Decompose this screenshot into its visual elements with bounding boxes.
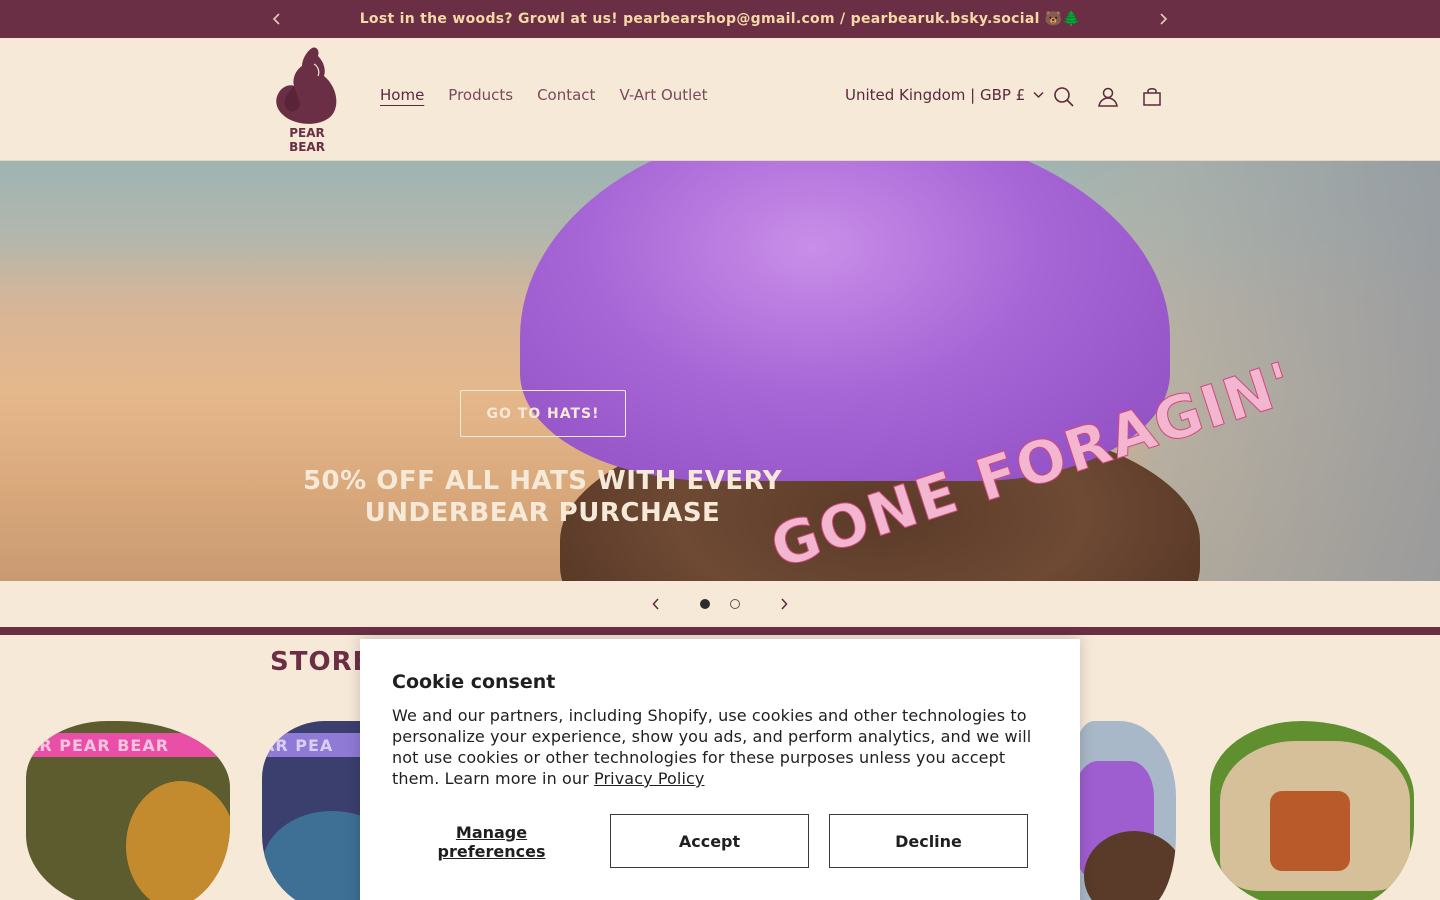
slideshow-controls (0, 581, 1440, 627)
privacy-policy-link[interactable]: Privacy Policy (594, 769, 704, 788)
product-card-underwear-olive[interactable]: AR PEAR BEAR (26, 721, 230, 900)
announcement-bar: Lost in the woods? Growl at us! pearbear… (0, 0, 1440, 38)
chevron-left-icon (272, 13, 280, 25)
logo-text-pear: PEAR (289, 126, 325, 140)
nav-v-art-outlet[interactable]: V-Art Outlet (607, 86, 719, 104)
accept-button[interactable]: Accept (610, 814, 809, 868)
announcement-text: Lost in the woods? Growl at us! pearbear… (359, 11, 1081, 27)
slide-prev-button[interactable] (645, 593, 667, 615)
logo-text-bear: BEAR (289, 140, 325, 154)
logo[interactable]: PEAR BEAR (268, 44, 346, 154)
account-icon (1098, 87, 1118, 107)
manage-preferences-line2: preferences (437, 842, 546, 861)
logo-text: PEAR BEAR (268, 126, 346, 154)
cookie-consent-dialog: Cookie consent We and our partners, incl… (360, 639, 1080, 900)
search-icon (1054, 87, 1074, 107)
announcement-next-button[interactable] (1148, 0, 1178, 38)
country-selector-label: United Kingdom | GBP £ (845, 86, 1026, 104)
hero-title-line1: 50% OFF ALL HATS WITH EVERY (302, 466, 783, 496)
slide-dot-2[interactable] (730, 599, 740, 609)
go-to-hats-button[interactable]: GO TO HATS! (460, 390, 626, 437)
announcement-prev-button[interactable] (262, 0, 292, 38)
manage-preferences-button[interactable]: Manage preferences (392, 823, 591, 861)
site-header: PEAR BEAR Home Products Contact V-Art Ou… (0, 38, 1440, 161)
country-selector[interactable]: United Kingdom | GBP £ (845, 86, 1044, 104)
decline-button[interactable]: Decline (829, 814, 1028, 868)
chevron-right-icon (1160, 13, 1168, 25)
nav-contact[interactable]: Contact (525, 86, 607, 104)
hero-title-line2: UNDERBEAR PURCHASE (364, 498, 721, 528)
hero-banner: GONE FORAGIN' 50% OFF ALL HATS WITH EVER… (0, 161, 1440, 581)
chevron-right-icon (781, 598, 788, 610)
chevron-left-icon (652, 598, 659, 610)
search-button[interactable] (1051, 84, 1077, 110)
cookie-title: Cookie consent (392, 671, 556, 693)
product-card-purple-cap[interactable] (1074, 721, 1176, 900)
nav-home[interactable]: Home (368, 86, 436, 104)
chevron-down-icon (1033, 91, 1044, 99)
bear-patch-icon (1270, 791, 1350, 871)
product-image-shape (126, 781, 230, 900)
store-title: STORE (270, 647, 372, 677)
cart-button[interactable] (1139, 84, 1165, 110)
waistband-text: AR PEAR BEAR (26, 736, 170, 755)
nav-products[interactable]: Products (436, 86, 525, 104)
pear-bear-logo-icon (276, 47, 337, 124)
product-card-bear-cap[interactable] (1210, 721, 1414, 900)
waistband-text: AR PEA (262, 736, 334, 755)
manage-preferences-line1: Manage (455, 823, 528, 842)
cart-icon (1143, 88, 1161, 106)
hero-title: 50% OFF ALL HATS WITH EVERY UNDERBEAR PU… (300, 465, 785, 529)
cookie-body-text: We and our partners, including Shopify, … (392, 706, 1032, 788)
main-nav: Home Products Contact V-Art Outlet (368, 86, 719, 104)
slide-dot-1[interactable] (700, 599, 710, 609)
slide-next-button[interactable] (773, 593, 795, 615)
section-divider (0, 627, 1440, 635)
account-button[interactable] (1095, 84, 1121, 110)
cookie-body: We and our partners, including Shopify, … (392, 705, 1048, 789)
